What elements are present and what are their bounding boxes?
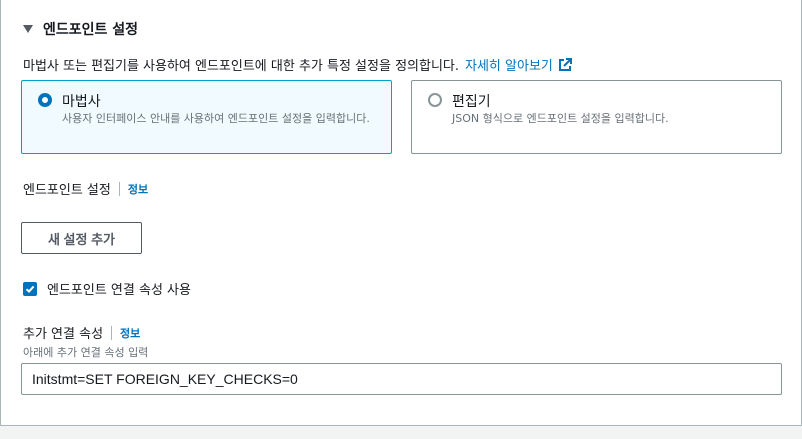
connection-attributes-checkbox-row[interactable]: 엔드포인트 연결 속성 사용: [23, 279, 191, 298]
connection-attributes-checkbox-label: 엔드포인트 연결 속성 사용: [47, 283, 191, 298]
checkbox-checked-icon[interactable]: [23, 281, 37, 296]
editor-option-title: 편집기: [452, 94, 491, 110]
section-description: 마법사 또는 편집기를 사용하여 엔드포인트에 대한 추가 특정 설정을 정의합…: [23, 59, 460, 74]
wizard-option-title: 마법사: [62, 94, 101, 110]
divider: [118, 181, 120, 196]
endpoint-settings-panel: 엔드포인트 설정 마법사 또는 편집기를 사용하여 엔드포인트에 대한 추가 특…: [0, 0, 802, 426]
editor-option-description: JSON 형식으로 엔드포인트 설정을 입력합니다.: [452, 112, 669, 125]
wizard-radio[interactable]: [38, 93, 52, 107]
add-new-setting-button[interactable]: 새 설정 추가: [21, 222, 142, 254]
endpoint-settings-label-row: 엔드포인트 설정 정보: [23, 179, 148, 198]
wizard-option-tile[interactable]: 마법사 사용자 인터페이스 안내를 사용하여 엔드포인트 설정을 입력합니다.: [21, 80, 392, 154]
wizard-option-description: 사용자 인터페이스 안내를 사용하여 엔드포인트 설정을 입력합니다.: [62, 112, 370, 125]
editor-option-tile[interactable]: 편집기 JSON 형식으로 엔드포인트 설정을 입력합니다.: [411, 80, 782, 154]
section-title: 엔드포인트 설정: [43, 22, 139, 38]
learn-more-link[interactable]: 자세히 알아보기: [465, 55, 553, 74]
extra-attributes-label-row: 추가 연결 속성 정보: [23, 323, 140, 342]
external-link-icon[interactable]: [558, 57, 572, 72]
checkmark-icon: [25, 285, 35, 293]
extra-attributes-info-link[interactable]: 정보: [120, 325, 140, 341]
editor-radio[interactable]: [428, 93, 442, 107]
endpoint-settings-info-link[interactable]: 정보: [128, 181, 148, 197]
section-toggle[interactable]: 엔드포인트 설정: [23, 19, 138, 39]
endpoint-settings-label: 엔드포인트 설정: [23, 183, 111, 198]
extra-attributes-label: 추가 연결 속성: [23, 327, 104, 342]
extra-connection-attributes-input[interactable]: [21, 363, 782, 395]
section-description-row: 마법사 또는 편집기를 사용하여 엔드포인트에 대한 추가 특정 설정을 정의합…: [23, 55, 572, 74]
extra-attributes-hint: 아래에 추가 연결 속성 입력: [23, 346, 149, 359]
divider: [111, 325, 113, 340]
caret-down-icon: [23, 25, 33, 33]
